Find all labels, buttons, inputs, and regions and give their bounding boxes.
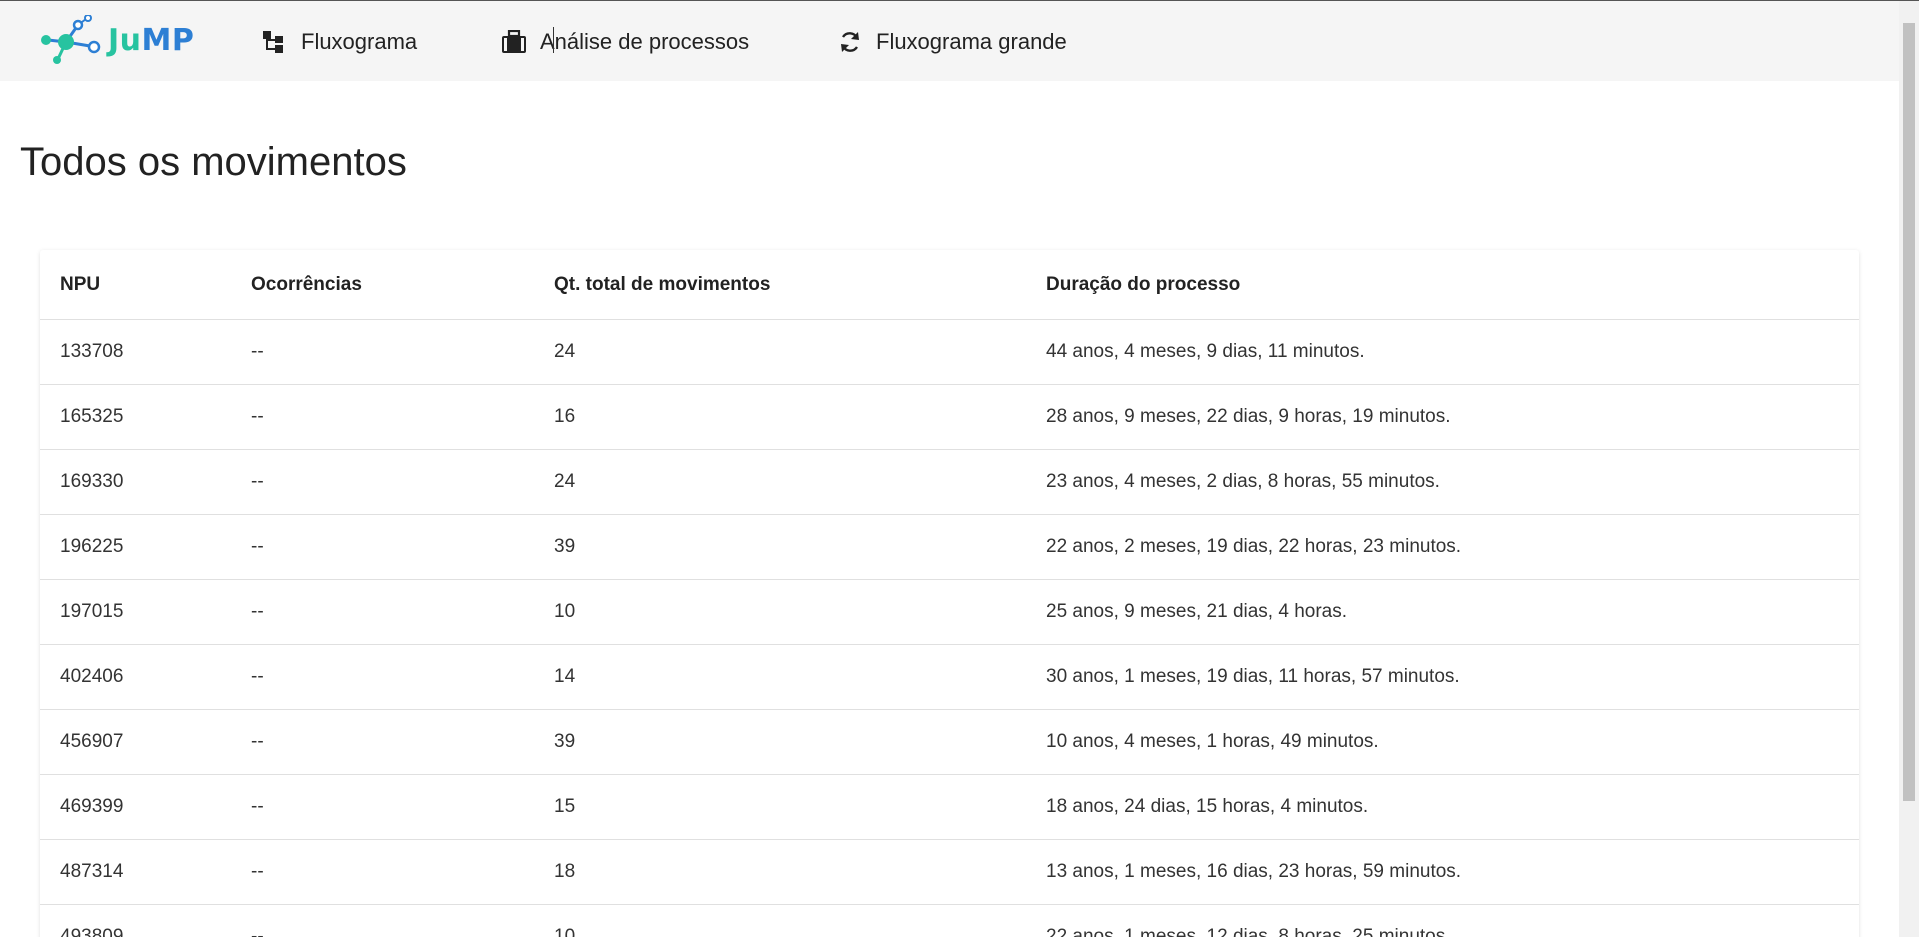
scrollbar-thumb[interactable] bbox=[1903, 23, 1915, 801]
cell-ocorrencias: -- bbox=[231, 709, 534, 775]
table-row[interactable]: 493809 -- 10 22 anos, 1 meses, 12 dias, … bbox=[40, 904, 1859, 937]
nav-analise-processos-label: Análise de processos bbox=[540, 29, 750, 54]
cell-duracao: 28 anos, 9 meses, 22 dias, 9 horas, 19 m… bbox=[1026, 384, 1859, 450]
cell-qt-movimentos: 18 bbox=[534, 839, 1026, 905]
cell-duracao: 18 anos, 24 dias, 15 horas, 4 minutos. bbox=[1026, 774, 1859, 840]
logo-text-ju: Ju bbox=[108, 22, 142, 58]
page-title: Todos os movimentos bbox=[20, 140, 407, 184]
cell-duracao: 44 anos, 4 meses, 9 dias, 11 minutos. bbox=[1026, 319, 1859, 385]
cell-duracao: 13 anos, 1 meses, 16 dias, 23 horas, 59 … bbox=[1026, 839, 1859, 905]
logo[interactable]: JuMP bbox=[38, 15, 194, 65]
app-root: JuMP Fluxograma Análise de processos Flu… bbox=[0, 0, 1919, 937]
table-row[interactable]: 402406 -- 14 30 anos, 1 meses, 19 dias, … bbox=[40, 644, 1859, 710]
cell-npu: 165325 bbox=[40, 384, 231, 450]
cell-ocorrencias: -- bbox=[231, 319, 534, 385]
cell-npu: 133708 bbox=[40, 319, 231, 385]
cell-duracao: 30 anos, 1 meses, 19 dias, 11 horas, 57 … bbox=[1026, 644, 1859, 710]
nav-fluxograma-label: Fluxograma bbox=[301, 29, 418, 54]
cell-npu: 402406 bbox=[40, 644, 231, 710]
nav-fluxograma-grande-label: Fluxograma grande bbox=[876, 29, 1067, 54]
cell-qt-movimentos: 10 bbox=[534, 579, 1026, 645]
cell-npu: 493809 bbox=[40, 904, 231, 937]
table-row[interactable]: 487314 -- 18 13 anos, 1 meses, 16 dias, … bbox=[40, 839, 1859, 905]
header-duracao-processo[interactable]: Duração do processo bbox=[1026, 250, 1859, 320]
cell-ocorrencias: -- bbox=[231, 514, 534, 580]
table-row[interactable]: 197015 -- 10 25 anos, 9 meses, 21 dias, … bbox=[40, 579, 1859, 645]
nav-fluxograma-grande[interactable]: Fluxograma grande bbox=[836, 23, 1067, 61]
movements-table: NPU Ocorrências Qt. total de movimentos … bbox=[40, 250, 1859, 937]
cell-duracao: 22 anos, 1 meses, 12 dias, 8 horas, 25 m… bbox=[1026, 904, 1859, 937]
cell-duracao: 22 anos, 2 meses, 19 dias, 22 horas, 23 … bbox=[1026, 514, 1859, 580]
cell-ocorrencias: -- bbox=[231, 579, 534, 645]
cell-duracao: 10 anos, 4 meses, 1 horas, 49 minutos. bbox=[1026, 709, 1859, 775]
cell-qt-movimentos: 24 bbox=[534, 449, 1026, 515]
logo-text-mp: MP bbox=[141, 22, 195, 58]
cell-ocorrencias: -- bbox=[231, 774, 534, 840]
cell-duracao: 25 anos, 9 meses, 21 dias, 4 horas. bbox=[1026, 579, 1859, 645]
cell-ocorrencias: -- bbox=[231, 644, 534, 710]
cell-ocorrencias: -- bbox=[231, 384, 534, 450]
cell-npu: 456907 bbox=[40, 709, 231, 775]
logo-text: JuMP bbox=[108, 23, 194, 58]
cell-npu: 196225 bbox=[40, 514, 231, 580]
header-qt-total-movimentos[interactable]: Qt. total de movimentos bbox=[534, 250, 1026, 320]
cell-qt-movimentos: 39 bbox=[534, 514, 1026, 580]
cell-qt-movimentos: 14 bbox=[534, 644, 1026, 710]
cell-ocorrencias: -- bbox=[231, 904, 534, 937]
table-row[interactable]: 456907 -- 39 10 anos, 4 meses, 1 horas, … bbox=[40, 709, 1859, 775]
header-ocorrencias[interactable]: Ocorrências bbox=[231, 250, 534, 320]
cell-ocorrencias: -- bbox=[231, 449, 534, 515]
cell-npu: 469399 bbox=[40, 774, 231, 840]
cell-npu: 169330 bbox=[40, 449, 231, 515]
cell-qt-movimentos: 10 bbox=[534, 904, 1026, 937]
cell-npu: 197015 bbox=[40, 579, 231, 645]
cell-ocorrencias: -- bbox=[231, 839, 534, 905]
briefcase-icon bbox=[500, 28, 528, 56]
table-row[interactable]: 196225 -- 39 22 anos, 2 meses, 19 dias, … bbox=[40, 514, 1859, 580]
navbar: JuMP Fluxograma Análise de processos Flu… bbox=[0, 1, 1899, 81]
molecule-logo-icon bbox=[41, 15, 101, 64]
table-header-row: NPU Ocorrências Qt. total de movimentos … bbox=[40, 250, 1859, 320]
cell-npu: 487314 bbox=[40, 839, 231, 905]
movements-table-card: NPU Ocorrências Qt. total de movimentos … bbox=[40, 250, 1859, 937]
cell-qt-movimentos: 15 bbox=[534, 774, 1026, 840]
table-row[interactable]: 165325 -- 16 28 anos, 9 meses, 22 dias, … bbox=[40, 384, 1859, 450]
nav-fluxograma[interactable]: Fluxograma bbox=[261, 23, 417, 61]
page-scrollbar[interactable] bbox=[1899, 1, 1919, 937]
cell-duracao: 23 anos, 4 meses, 2 dias, 8 horas, 55 mi… bbox=[1026, 449, 1859, 515]
cell-qt-movimentos: 16 bbox=[534, 384, 1026, 450]
text-cursor bbox=[553, 27, 554, 53]
table-row[interactable]: 469399 -- 15 18 anos, 24 dias, 15 horas,… bbox=[40, 774, 1859, 840]
cell-qt-movimentos: 24 bbox=[534, 319, 1026, 385]
cell-qt-movimentos: 39 bbox=[534, 709, 1026, 775]
sync-icon bbox=[836, 28, 864, 56]
nav-analise-processos[interactable]: Análise de processos bbox=[500, 23, 749, 61]
table-row[interactable]: 169330 -- 24 23 anos, 4 meses, 2 dias, 8… bbox=[40, 449, 1859, 515]
header-npu[interactable]: NPU bbox=[40, 250, 231, 320]
sitemap-icon bbox=[261, 28, 289, 56]
table-row[interactable]: 133708 -- 24 44 anos, 4 meses, 9 dias, 1… bbox=[40, 319, 1859, 385]
